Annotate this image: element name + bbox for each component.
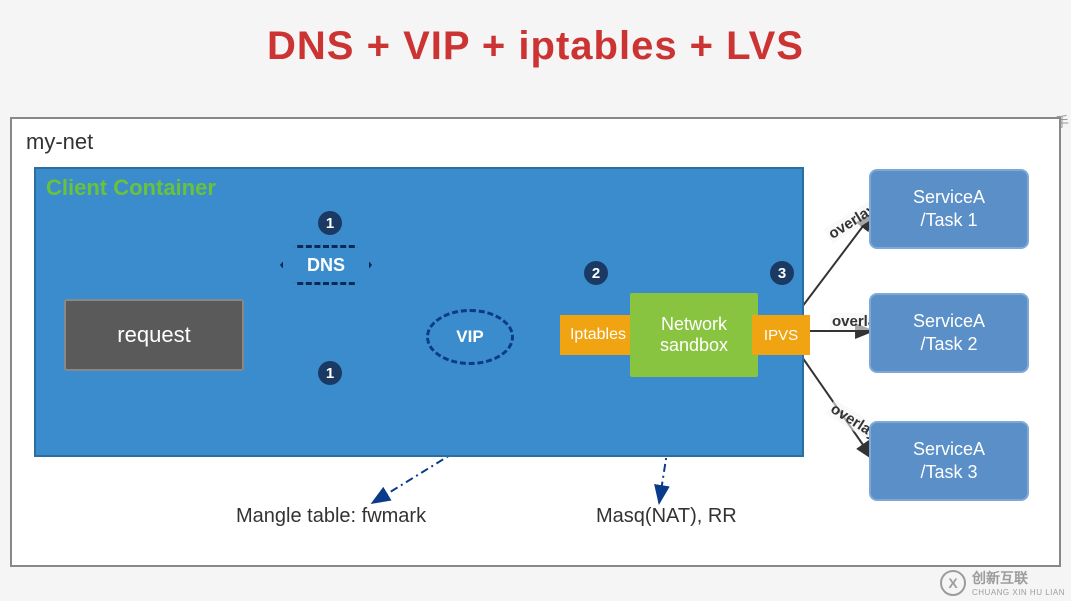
service-3-task: /Task 3	[920, 461, 977, 484]
watermark-sub: CHUANG XIN HU LIAN	[972, 588, 1065, 597]
service-2-name: ServiceA	[913, 310, 985, 333]
service-3-name: ServiceA	[913, 438, 985, 461]
network-sandbox-box: Network sandbox	[630, 293, 758, 377]
ipvs-box: IPVS	[752, 315, 810, 355]
masq-label: Masq(NAT), RR	[596, 505, 737, 528]
network-sandbox-line2: sandbox	[660, 335, 728, 356]
step-1-bottom: 1	[318, 361, 342, 385]
service-1-name: ServiceA	[913, 186, 985, 209]
service-1-task: /Task 1	[920, 209, 977, 232]
watermark: X 创新互联 CHUANG XIN HU LIAN	[940, 568, 1065, 597]
step-2: 2	[584, 261, 608, 285]
network-sandbox-line1: Network	[661, 314, 727, 335]
watermark-brand: 创新互联	[972, 568, 1065, 588]
vip-box: VIP	[426, 309, 514, 365]
service-task-3: ServiceA /Task 3	[869, 421, 1029, 501]
step-3: 3	[770, 261, 794, 285]
dns-box: DNS	[280, 245, 372, 285]
client-container-label: Client Container	[46, 175, 216, 201]
my-net-label: my-net	[26, 129, 1045, 155]
iptables-box: Iptables	[560, 315, 636, 355]
service-task-2: ServiceA /Task 2	[869, 293, 1029, 373]
mangle-label: Mangle table: fwmark	[236, 505, 426, 528]
diagram-canvas: Client Container request DNS VIP 1 1 2 3…	[26, 163, 1045, 548]
my-net-frame: my-net Client Container request	[10, 117, 1061, 567]
request-box: request	[64, 299, 244, 371]
service-2-task: /Task 2	[920, 333, 977, 356]
step-1-top: 1	[318, 211, 342, 235]
service-task-1: ServiceA /Task 1	[869, 169, 1029, 249]
watermark-icon: X	[940, 570, 966, 596]
network-sandbox-block: Iptables Network sandbox IPVS	[560, 289, 808, 381]
client-container: Client Container request DNS VIP 1 1 2 3…	[34, 167, 804, 457]
page-title: DNS + VIP + iptables + LVS	[0, 0, 1071, 87]
